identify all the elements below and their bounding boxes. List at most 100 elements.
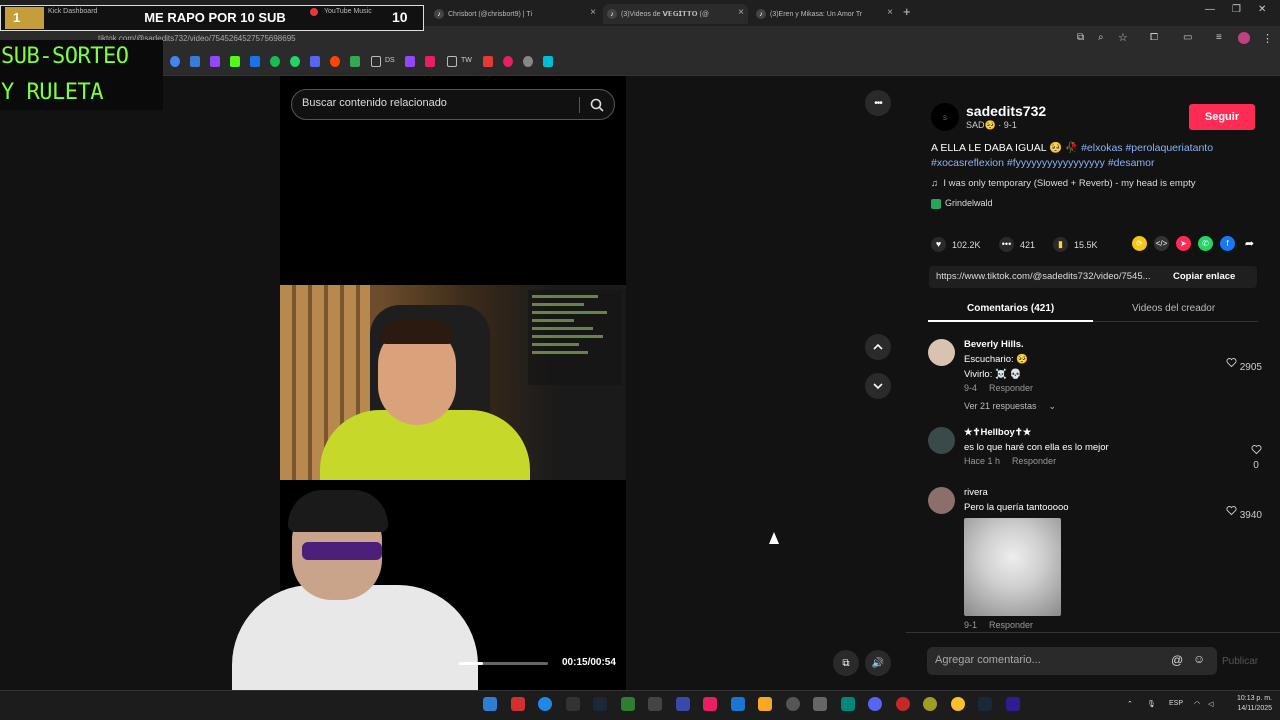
notepad-icon[interactable] xyxy=(731,697,745,711)
clock-date[interactable]: 14/11/2025 xyxy=(1228,705,1272,712)
obs-icon[interactable] xyxy=(786,697,800,711)
view-replies-button[interactable]: Ver 21 respuestas ⌄ xyxy=(964,401,1068,412)
whatsapp-icon[interactable] xyxy=(290,56,300,67)
twitch-icon[interactable] xyxy=(405,56,415,67)
comment-like[interactable]: 0 xyxy=(1250,444,1262,471)
taskbar-app-icon[interactable] xyxy=(1006,697,1020,711)
mention-icon[interactable]: @ xyxy=(1171,653,1183,667)
mic-icon[interactable]: 🎙 xyxy=(1147,700,1156,708)
maximize-icon[interactable]: ❐ xyxy=(1232,4,1241,15)
google-icon[interactable] xyxy=(170,56,180,67)
follow-button[interactable]: Seguir xyxy=(1189,104,1255,130)
commenter-avatar[interactable] xyxy=(928,339,955,366)
whatsapp-icon[interactable]: ✆ xyxy=(1198,236,1213,251)
clock-time[interactable]: 10:13 p. m. xyxy=(1228,695,1272,702)
commenter-name[interactable]: Beverly Hills. xyxy=(964,339,1024,350)
new-tab-button[interactable]: + xyxy=(903,4,911,19)
send-icon[interactable]: ➤ xyxy=(1176,236,1191,251)
close-window-icon[interactable]: ✕ xyxy=(1258,4,1266,15)
steam-icon[interactable] xyxy=(978,697,992,711)
previous-video-button[interactable] xyxy=(865,334,891,360)
excel-icon[interactable] xyxy=(621,697,635,711)
tiktok-icon[interactable] xyxy=(703,697,717,711)
repost-icon[interactable]: ⟳ xyxy=(1132,236,1147,251)
keyboard-language[interactable]: ESP xyxy=(1169,700,1183,707)
close-tab-icon[interactable]: × xyxy=(590,7,596,18)
taskbar-app-icon[interactable] xyxy=(566,697,580,711)
media-icon[interactable]: ≡ xyxy=(1216,32,1222,43)
comment-like[interactable]: 2905 xyxy=(1226,357,1262,373)
taskbar-app-icon[interactable] xyxy=(813,697,827,711)
spotify-icon[interactable] xyxy=(270,56,280,67)
discord-icon[interactable] xyxy=(868,697,882,711)
hashtag-link[interactable]: #desamor xyxy=(1108,157,1155,169)
next-video-button[interactable] xyxy=(865,373,891,399)
steam-icon[interactable] xyxy=(593,697,607,711)
reddit-icon[interactable] xyxy=(330,56,340,67)
close-tab-icon[interactable]: × xyxy=(738,7,744,18)
commenter-name[interactable]: rivera xyxy=(964,487,988,498)
wifi-icon[interactable]: ◠ xyxy=(1194,700,1200,708)
more-options-button[interactable]: ••• xyxy=(865,90,891,116)
bookmark-icon[interactable] xyxy=(483,56,493,67)
author-avatar[interactable]: s xyxy=(931,103,959,131)
pip-button[interactable]: ⧉ xyxy=(833,650,859,676)
like-button[interactable]: ♥ 102.2K xyxy=(931,237,981,252)
bookmark-icon[interactable] xyxy=(425,56,435,67)
video-progress-track[interactable] xyxy=(458,662,548,665)
facebook-icon[interactable]: f xyxy=(1220,236,1235,251)
browser-tab[interactable]: ♪ (3)Videos de 𝗩𝗘𝗚𝗜𝗧𝗧𝗢 (@ × xyxy=(603,4,748,24)
music-row[interactable]: ♫ I was only temporary (Slowed + Reverb)… xyxy=(931,178,1196,189)
star-icon[interactable]: ☆ xyxy=(1118,31,1128,44)
search-icon[interactable] xyxy=(590,98,604,112)
comment-like[interactable]: 3940 xyxy=(1226,505,1262,521)
tab-creator-videos[interactable]: Videos del creador xyxy=(1132,303,1215,314)
reply-button[interactable]: Responder xyxy=(989,383,1033,393)
taskbar-app-icon[interactable] xyxy=(648,697,662,711)
bookmark-icon[interactable] xyxy=(350,56,360,67)
bookmark-icon[interactable] xyxy=(250,56,260,67)
folder-icon[interactable] xyxy=(371,56,381,67)
emoji-icon[interactable]: ☺ xyxy=(1193,652,1205,666)
bookmark-icon[interactable] xyxy=(543,56,553,67)
publish-button[interactable]: Publicar xyxy=(1222,656,1258,667)
copy-link-button[interactable]: Copiar enlace xyxy=(1173,271,1235,282)
speaker-icon[interactable]: ◁ xyxy=(1208,700,1213,708)
reply-button[interactable]: Responder xyxy=(1012,456,1056,466)
browser-tab[interactable]: ♪ (3)Eren y Mikasa: Un Amor Tr × xyxy=(752,4,897,24)
chrome-icon[interactable] xyxy=(951,697,965,711)
comment-image[interactable] xyxy=(964,518,1061,616)
edge-icon[interactable] xyxy=(538,697,552,711)
tray-chevron-icon[interactable]: ⌃ xyxy=(1127,700,1133,708)
taskbar-app-icon[interactable] xyxy=(483,697,497,711)
share-icon[interactable]: ➦ xyxy=(1242,236,1257,251)
twitch-icon[interactable] xyxy=(210,56,220,67)
hashtag-link[interactable]: #perolaqueriatanto xyxy=(1125,142,1213,154)
commenter-name[interactable]: ★✝Hellboy✝★ xyxy=(964,427,1031,438)
menu-icon[interactable]: ⋮ xyxy=(1262,32,1273,45)
commenter-avatar[interactable] xyxy=(928,427,955,454)
volume-button[interactable]: 🔊 xyxy=(865,650,891,676)
bookmark-icon[interactable] xyxy=(523,56,533,67)
hashtag-link[interactable]: #elxokas xyxy=(1081,142,1122,154)
share-url[interactable]: https://www.tiktok.com/@sadedits732/vide… xyxy=(936,271,1176,282)
folder-icon[interactable] xyxy=(758,697,772,711)
sidebar-icon[interactable]: ▭ xyxy=(1183,32,1192,43)
discord-icon[interactable] xyxy=(310,56,320,67)
minimize-icon[interactable]: — xyxy=(1205,4,1215,15)
bookmark-icon[interactable] xyxy=(503,56,513,67)
commenter-avatar[interactable] xyxy=(928,487,955,514)
hashtag-link[interactable]: #fyyyyyyyyyyyyyyyyy xyxy=(1007,157,1105,169)
effect-row[interactable]: Grindelwald xyxy=(931,198,993,209)
hashtag-link[interactable]: #xocasreflexion xyxy=(931,157,1004,169)
comment-input[interactable] xyxy=(935,654,1165,666)
folder-icon[interactable] xyxy=(447,56,457,67)
related-search-input[interactable] xyxy=(302,97,572,109)
save-button[interactable]: ▮ 15.5K xyxy=(1053,237,1098,252)
bookmark-folder-label[interactable]: DS xyxy=(385,57,395,64)
kick-icon[interactable] xyxy=(230,56,240,67)
comment-button[interactable]: ••• 421 xyxy=(999,237,1035,252)
bookmark-folder-label[interactable]: TW xyxy=(461,57,472,64)
author-username[interactable]: sadedits732 xyxy=(966,103,1046,119)
profile-avatar[interactable] xyxy=(1238,32,1250,44)
